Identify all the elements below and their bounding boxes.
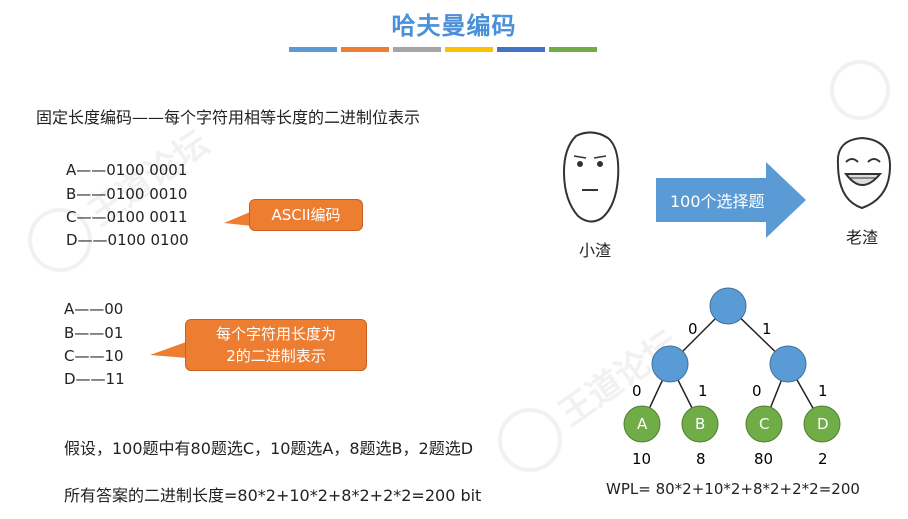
two-bit-code-c: C——10 xyxy=(64,347,124,365)
ascii-code-b: B——0100 0010 xyxy=(66,185,188,203)
right-person-label: 老渣 xyxy=(846,228,879,247)
left-person-label: 小渣 xyxy=(579,241,612,260)
leaf-label-d: D xyxy=(817,415,829,433)
accent-bar-2 xyxy=(341,47,389,52)
edge-label-r-c: 0 xyxy=(752,382,762,400)
huffman-tree: 0 1 0 1 0 1 A B C D 10 8 80 2 xyxy=(623,287,841,464)
edge-label-root-right: 1 xyxy=(762,320,772,338)
poker-face-icon xyxy=(562,131,620,223)
two-bit-callout-line1: 每个字符用长度为 xyxy=(215,325,336,343)
accent-bar-5 xyxy=(497,47,545,52)
two-bit-code-b: B——01 xyxy=(64,324,124,342)
edge-label-l-b: 1 xyxy=(698,382,708,400)
fixed-length-heading: 固定长度编码——每个字符用相等长度的二进制位表示 xyxy=(36,108,421,127)
leaf-label-a: A xyxy=(637,415,648,433)
total-length-text: 所有答案的二进制长度=80*2+10*2+8*2+2*2=200 bit xyxy=(64,486,482,505)
two-bit-code-a: A——00 xyxy=(64,300,124,318)
ascii-code-a: A——0100 0001 xyxy=(66,161,188,179)
accent-bar-4 xyxy=(445,47,493,52)
accent-bar-1 xyxy=(289,47,337,52)
ascii-callout-text: ASCII编码 xyxy=(271,206,341,224)
slide-title: 哈夫曼编码 xyxy=(391,12,517,40)
two-bit-code-d: D——11 xyxy=(64,370,125,388)
leaf-weight-c: 80 xyxy=(754,450,773,464)
tree-left-node xyxy=(651,345,689,383)
leaf-label-b: B xyxy=(695,415,705,433)
assumption-text: 假设，100题中有80题选C，10题选A，8题选B，2题选D xyxy=(64,439,474,458)
edge-label-r-d: 1 xyxy=(818,382,828,400)
leaf-weight-d: 2 xyxy=(818,450,828,464)
leaf-label-c: C xyxy=(759,415,769,433)
ascii-callout: ASCII编码 xyxy=(249,199,363,231)
laughing-face-icon xyxy=(836,136,892,210)
ascii-code-d: D——0100 0100 xyxy=(66,231,189,249)
two-bit-callout-line2: 2的二进制表示 xyxy=(226,347,326,365)
tree-right-node xyxy=(769,345,807,383)
accent-bar-3 xyxy=(393,47,441,52)
leaf-weight-a: 10 xyxy=(632,450,651,464)
edge-label-l-a: 0 xyxy=(632,382,642,400)
leaf-weight-b: 8 xyxy=(696,450,706,464)
arrow-label: 100个选择题 xyxy=(670,192,765,211)
two-bit-callout: 每个字符用长度为 2的二进制表示 xyxy=(185,319,367,371)
edge-label-root-left: 0 xyxy=(688,320,698,338)
ascii-code-c: C——0100 0011 xyxy=(66,208,188,226)
tree-root-node xyxy=(709,287,747,325)
wpl-text: WPL= 80*2+10*2+8*2+2*2=200 xyxy=(606,480,860,498)
accent-bar-6 xyxy=(549,47,597,52)
